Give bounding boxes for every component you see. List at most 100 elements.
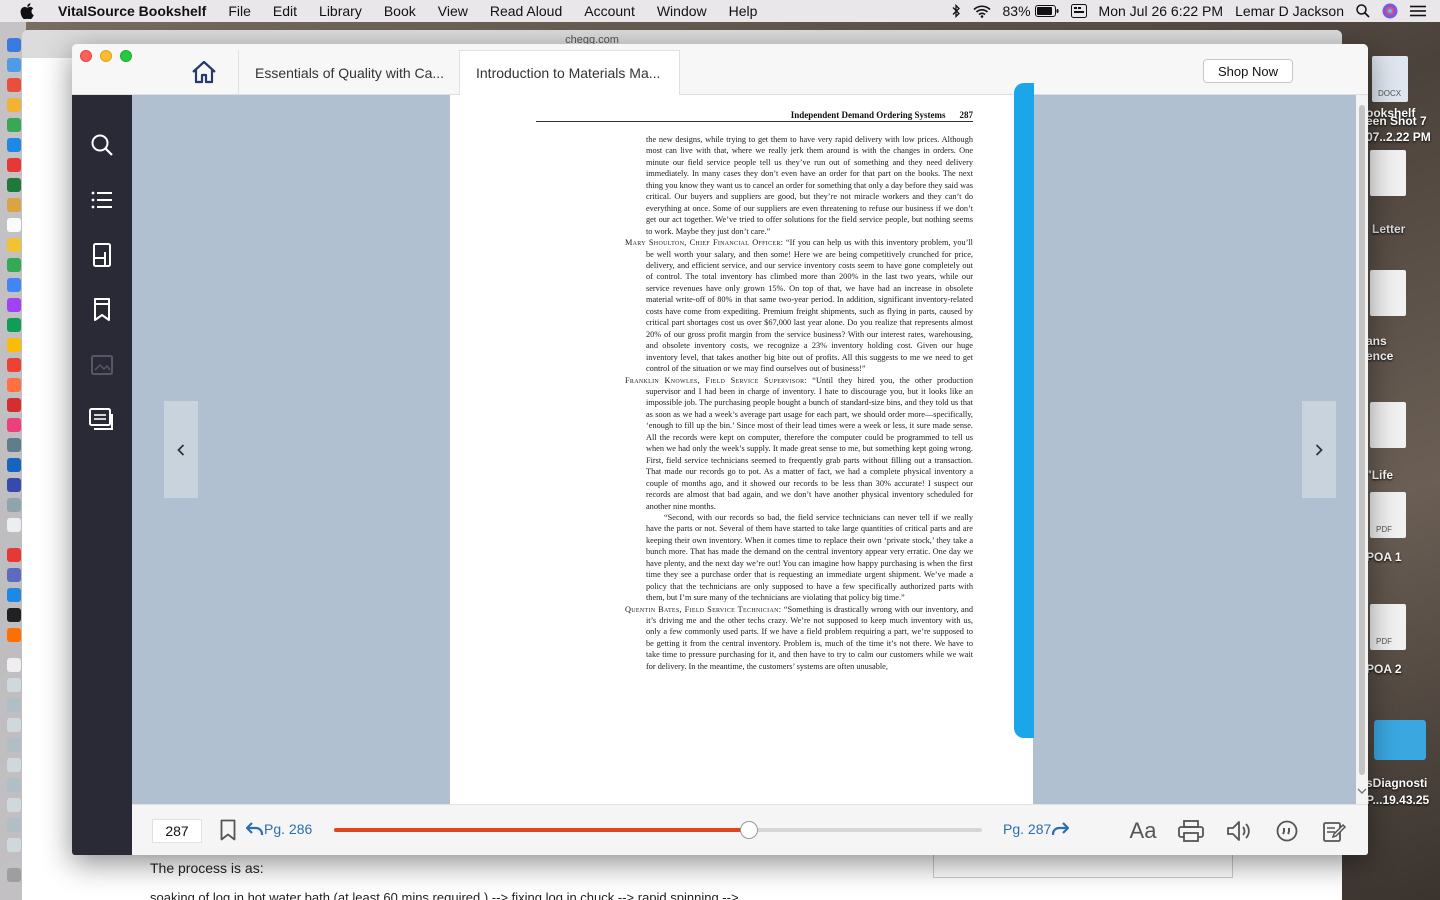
dock-app-icon[interactable] (7, 518, 21, 532)
font-settings-button[interactable]: Aa (1126, 817, 1160, 845)
highlight-tab[interactable] (1014, 83, 1034, 738)
scrollbar-thumb[interactable] (1359, 105, 1365, 775)
menu-account[interactable]: Account (573, 0, 646, 22)
read-aloud-button[interactable] (1224, 817, 1254, 845)
page-body[interactable]: the new designs, while trying to get the… (625, 134, 973, 672)
table-of-contents-button[interactable] (86, 184, 118, 216)
bookmarks-button[interactable] (86, 294, 118, 326)
dock-app-icon[interactable] (7, 118, 21, 132)
file-label[interactable]: sDiagnosti (1366, 776, 1427, 790)
file-label[interactable]: P...19.43.25 (1366, 793, 1429, 807)
dock-app-icon[interactable] (7, 378, 21, 392)
dock-app-icon[interactable] (7, 498, 21, 512)
file-label[interactable]: POA 2 (1366, 662, 1402, 676)
file-icon[interactable]: DOCX (1372, 56, 1408, 102)
file-label[interactable]: ans (1366, 334, 1387, 348)
spotlight-search-icon[interactable] (1356, 4, 1370, 18)
siri-icon[interactable] (1382, 3, 1398, 19)
dock-app-icon[interactable] (7, 818, 21, 832)
dock-app-icon[interactable] (7, 568, 21, 582)
dock-app-icon[interactable] (7, 218, 21, 232)
dock-app-icon[interactable] (7, 608, 21, 622)
shop-now-button[interactable]: Shop Now (1203, 59, 1293, 83)
dock-app-icon[interactable] (7, 78, 21, 92)
back-to-page-link[interactable]: Pg. 286 (246, 821, 312, 837)
dock-app-icon[interactable] (7, 758, 21, 772)
next-page-button[interactable] (1302, 401, 1336, 498)
dock-app-icon[interactable] (7, 698, 21, 712)
dock-app-icon[interactable] (7, 458, 21, 472)
dock-app-icon[interactable] (7, 798, 21, 812)
trash-icon[interactable] (7, 868, 21, 882)
file-label[interactable]: 07..2.22 PM (1366, 130, 1431, 144)
dock-app-icon[interactable] (7, 588, 21, 602)
search-button[interactable] (86, 129, 118, 161)
page-scrollbar[interactable] (1356, 95, 1368, 804)
dock-app-icon[interactable] (7, 58, 21, 72)
dock-app-icon[interactable] (7, 138, 21, 152)
menu-help[interactable]: Help (718, 0, 769, 22)
menu-app-name[interactable]: VitalSource Bookshelf (54, 0, 217, 22)
dock-app-icon[interactable] (7, 838, 21, 852)
bookmark-button[interactable] (220, 819, 236, 846)
dock-app-icon[interactable] (7, 198, 21, 212)
notes-edit-button[interactable] (1320, 817, 1350, 845)
dock-app-icon[interactable] (7, 478, 21, 492)
battery-icon[interactable] (1034, 5, 1059, 17)
dock-app-icon[interactable] (7, 398, 21, 412)
progress-knob[interactable] (739, 821, 758, 839)
dock-app-icon[interactable] (7, 178, 21, 192)
dock-app-icon[interactable] (7, 238, 21, 252)
tab-book-quality[interactable]: Essentials of Quality with Ca... (238, 50, 460, 95)
chevron-down-icon[interactable] (1357, 787, 1367, 795)
file-icon[interactable] (1370, 270, 1406, 316)
apple-icon[interactable] (18, 2, 36, 20)
figures-button[interactable] (86, 349, 118, 381)
dock-app-icon[interactable] (7, 338, 21, 352)
dock-app-icon[interactable] (7, 38, 21, 52)
menu-file[interactable]: File (217, 0, 262, 22)
forward-to-page-link[interactable]: Pg. 287 (1003, 821, 1070, 837)
pdf-file-icon[interactable]: PDF (1370, 604, 1406, 650)
dock-app-icon[interactable] (7, 98, 21, 112)
dock-app-icon[interactable] (7, 658, 21, 672)
keyboard-input-icon[interactable] (1070, 4, 1087, 18)
dock-app-icon[interactable] (7, 678, 21, 692)
dock-app-icon[interactable] (7, 318, 21, 332)
folder-icon[interactable] (1374, 720, 1426, 760)
dock-app-icon[interactable] (7, 158, 21, 172)
clock[interactable]: Mon Jul 26 6:22 PM (1099, 3, 1224, 19)
dock-app-icon[interactable] (7, 628, 21, 642)
menu-view[interactable]: View (427, 0, 479, 22)
reading-progress-slider[interactable] (334, 821, 982, 839)
menu-edit[interactable]: Edit (262, 0, 308, 22)
user-name[interactable]: Lemar D Jackson (1235, 3, 1344, 19)
file-label[interactable]: POA 1 (1366, 550, 1402, 564)
dock-app-icon[interactable] (7, 418, 21, 432)
menu-book[interactable]: Book (373, 0, 427, 22)
previous-page-button[interactable] (164, 401, 198, 498)
dock-app-icon[interactable] (7, 278, 21, 292)
minimize-window-button[interactable] (100, 50, 112, 62)
bluetooth-icon[interactable] (951, 4, 961, 18)
file-icon[interactable] (1370, 402, 1406, 448)
zoom-window-button[interactable] (120, 50, 132, 62)
dock-app-icon[interactable] (7, 258, 21, 272)
dock-app-icon[interactable] (7, 738, 21, 752)
file-label[interactable]: "Life (1366, 468, 1393, 482)
control-center-icon[interactable] (1410, 5, 1426, 17)
page-number-input[interactable]: 287 (152, 819, 202, 843)
dock-app-icon[interactable] (7, 358, 21, 372)
file-label[interactable]: ence (1366, 349, 1393, 363)
flashcards-button[interactable] (86, 239, 118, 271)
close-window-button[interactable] (80, 50, 92, 62)
home-button[interactable] (190, 58, 218, 86)
dock-app-icon[interactable] (7, 778, 21, 792)
wifi-icon[interactable] (972, 5, 991, 18)
menu-read-aloud[interactable]: Read Aloud (479, 0, 573, 22)
notes-button[interactable] (86, 404, 118, 436)
citation-button[interactable] (1272, 817, 1302, 845)
file-icon[interactable] (1370, 150, 1406, 196)
menu-library[interactable]: Library (308, 0, 373, 22)
menu-window[interactable]: Window (646, 0, 718, 22)
